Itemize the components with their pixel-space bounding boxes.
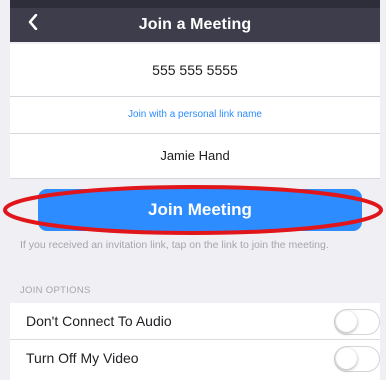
page-title: Join a Meeting: [138, 16, 252, 33]
navigation-bar: Join a Meeting: [10, 0, 380, 42]
video-toggle[interactable]: [334, 346, 380, 372]
status-bar: [10, 0, 380, 8]
option-label-audio: Don't Connect To Audio: [26, 313, 172, 329]
invitation-hint: If you received an invitation link, tap …: [20, 239, 329, 251]
personal-link-button[interactable]: Join with a personal link name: [10, 97, 380, 134]
audio-toggle[interactable]: [334, 309, 380, 335]
display-name-field[interactable]: Jamie Hand: [10, 134, 380, 179]
option-row-audio: Don't Connect To Audio: [10, 303, 380, 340]
option-label-video: Turn Off My Video: [26, 350, 139, 366]
join-options-label: JOIN OPTIONS: [20, 285, 91, 296]
meeting-id-field[interactable]: 555 555 5555: [10, 44, 380, 97]
join-meeting-screen: Join a Meeting 555 555 5555 Join with a …: [10, 0, 380, 380]
join-meeting-button[interactable]: Join Meeting: [38, 189, 362, 231]
toggle-knob: [336, 348, 357, 369]
toggle-knob: [336, 311, 357, 332]
option-row-video: Turn Off My Video: [10, 340, 380, 380]
